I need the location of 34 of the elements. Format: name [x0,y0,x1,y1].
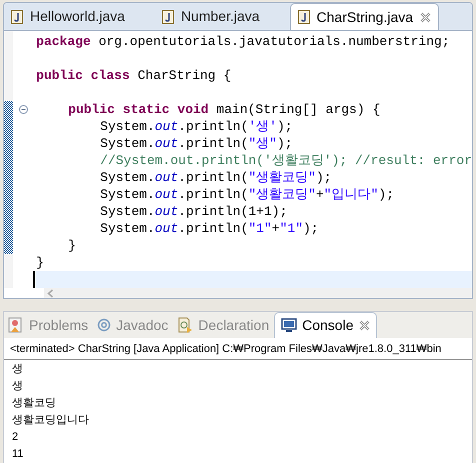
horizontal-scrollbar[interactable] [44,288,472,298]
code-line: System.out.println("생활코딩"+"입니다"); [100,187,394,202]
console-output-line: 2 [12,430,18,445]
collapse-icon[interactable] [18,105,28,114]
editor-tab[interactable]: CharString.java [290,3,440,30]
code-line: System.out.println('생'); [100,119,293,134]
java-file-icon [298,10,310,24]
scroll-left-icon[interactable] [47,288,54,298]
declaration-icon [177,317,194,333]
editor-tab[interactable]: Number.java [154,3,290,30]
code-line: } [68,238,76,253]
code-line: } [36,255,44,270]
console-output-line: 생활코딩 [12,396,56,411]
code-line: System.out.println("1"+"1"); [100,221,319,236]
code-line: //System.out.println('생활코딩'); //result: error [100,153,472,168]
code-line: public class CharString { [36,68,232,83]
code-line: System.out.println("생"); [100,136,293,151]
close-icon[interactable] [358,320,370,331]
java-file-icon [162,10,174,24]
console-header: <terminated> CharString [Java Application] C:₩Program Files₩Java₩jre1.8.0_311₩bin [10,342,442,356]
code-line: package org.opentutorials.javatutorials.numberstring; [36,34,450,49]
java-file-icon [11,10,23,24]
console-output-line: 생 [12,362,23,377]
code-line: System.out.println("생활코딩"); [100,170,332,185]
code-line: System.out.println(1+1); [100,204,288,219]
console-output-line: 생 [12,379,23,394]
console-output-line: 11 [12,447,24,462]
close-icon[interactable] [420,12,432,22]
monitor-icon [281,318,298,333]
view-tab[interactable]: Console [274,312,376,338]
editor-tab[interactable]: Helloworld.java [4,3,155,30]
code-line: public static void main(String[] args) { [68,102,380,117]
console-output-line: 생활코딩입니다 [12,413,89,428]
problems-icon [8,317,24,333]
